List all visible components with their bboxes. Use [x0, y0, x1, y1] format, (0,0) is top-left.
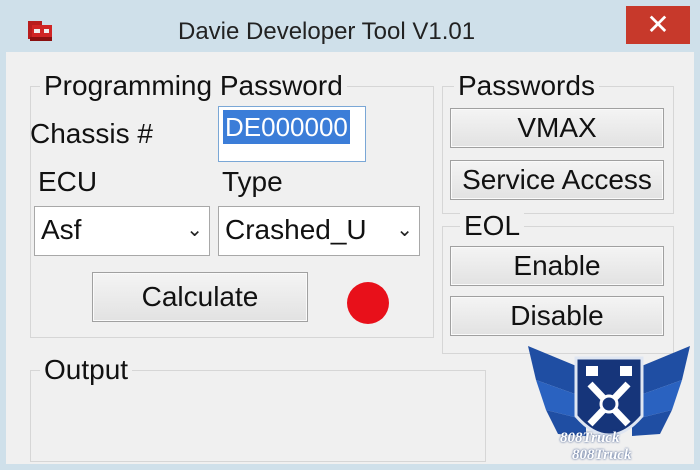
type-selected-value: Crashed_U	[225, 214, 367, 245]
title-bar[interactable]: Davie Developer Tool V1.01 ✕	[6, 6, 694, 52]
enable-button[interactable]: Enable	[450, 246, 664, 286]
calculate-label: Calculate	[141, 281, 259, 312]
chassis-label: Chassis #	[30, 118, 153, 149]
chevron-down-icon: ⌄	[186, 219, 203, 241]
ecu-select[interactable]: Asf ⌄	[34, 206, 210, 256]
status-led-icon	[347, 282, 389, 324]
disable-button[interactable]: Disable	[450, 296, 664, 336]
type-select[interactable]: Crashed_U ⌄	[218, 206, 420, 256]
disable-label: Disable	[510, 300, 604, 331]
chassis-input[interactable]: DE000000	[218, 106, 366, 162]
vmax-button[interactable]: VMAX	[450, 108, 664, 148]
window-title: Davie Developer Tool V1.01	[178, 18, 476, 45]
eol-legend: EOL	[460, 210, 525, 242]
ecu-selected-value: Asf	[41, 214, 82, 245]
chassis-value: DE000000	[223, 110, 350, 144]
ecu-label: ECU	[38, 166, 98, 197]
calculate-button[interactable]: Calculate	[92, 272, 308, 322]
watermark-text-secondary: 808Truck	[572, 447, 632, 463]
passwords-legend: Passwords	[454, 70, 599, 102]
type-label: Type	[222, 166, 283, 197]
watermark-text: 808Truck	[560, 430, 620, 446]
service-access-button[interactable]: Service Access	[450, 160, 664, 200]
close-button[interactable]: ✕	[626, 6, 690, 44]
chevron-down-icon: ⌄	[396, 207, 413, 253]
close-icon: ✕	[646, 9, 670, 40]
programming-password-legend: Programming Password	[40, 70, 347, 102]
app-icon	[28, 21, 52, 41]
output-legend: Output	[40, 354, 133, 386]
service-access-label: Service Access	[462, 164, 652, 195]
vmax-label: VMAX	[517, 112, 597, 143]
enable-label: Enable	[513, 250, 601, 281]
